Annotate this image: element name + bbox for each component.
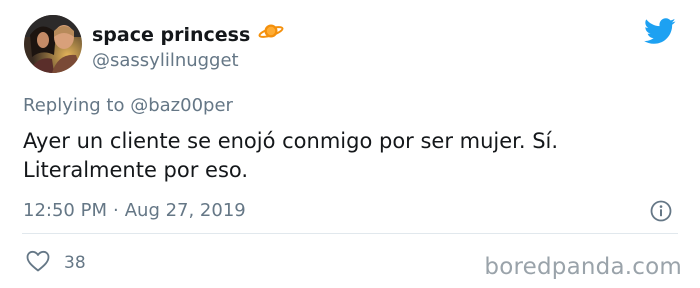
like-count: 38 bbox=[64, 253, 86, 273]
display-name[interactable]: space princess bbox=[92, 23, 284, 47]
replying-to: Replying to @baz00per bbox=[23, 94, 233, 118]
replying-to-label: Replying to bbox=[23, 95, 125, 116]
tweet-date: Aug 27, 2019 bbox=[124, 200, 246, 221]
display-name-text: space princess bbox=[92, 24, 251, 46]
like-button[interactable]: 38 bbox=[26, 250, 86, 276]
avatar[interactable] bbox=[24, 15, 82, 73]
info-icon[interactable] bbox=[650, 200, 672, 222]
tweet-text: Ayer un cliente se enojó conmigo por ser… bbox=[23, 129, 559, 182]
avatar-photo bbox=[24, 15, 82, 73]
tweet-time: 12:50 PM bbox=[23, 200, 107, 221]
twitter-bird-icon[interactable] bbox=[644, 18, 676, 45]
meta-separator: · bbox=[112, 200, 119, 221]
divider bbox=[22, 233, 678, 234]
boredpanda-watermark: boredpanda.com bbox=[484, 254, 682, 280]
heart-icon bbox=[26, 250, 50, 276]
reply-mention-link[interactable]: @baz00per bbox=[130, 95, 233, 116]
ringed-planet-icon bbox=[258, 22, 284, 46]
tweet-timestamp[interactable]: 12:50 PM · Aug 27, 2019 bbox=[23, 199, 246, 223]
user-handle[interactable]: @sassylilnugget bbox=[92, 50, 239, 72]
